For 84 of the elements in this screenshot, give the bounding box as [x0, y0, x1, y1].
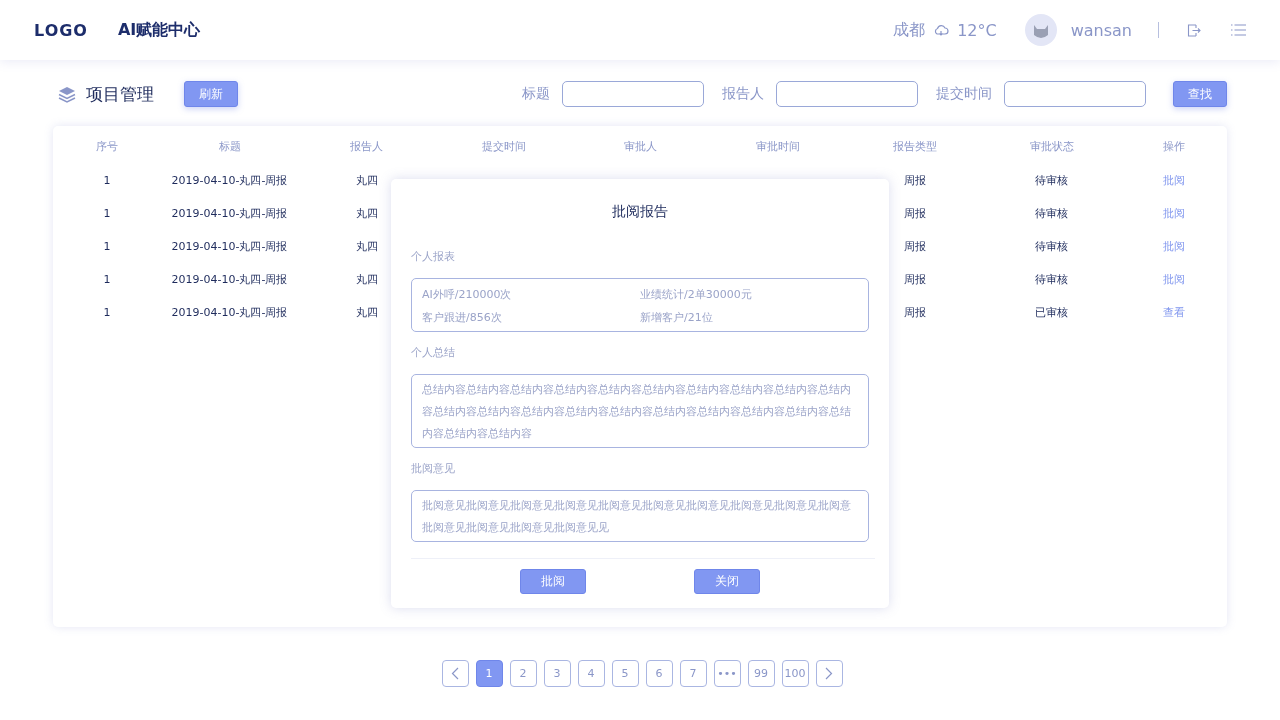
city-label: 成都: [893, 19, 926, 41]
page-button[interactable]: 1: [475, 660, 503, 687]
table-cell: 待审核: [1035, 207, 1068, 220]
filter-label: 标题: [522, 85, 550, 103]
table-cell: 周报: [903, 240, 926, 253]
refresh-button[interactable]: 刷新: [184, 81, 238, 107]
column-header: 操作: [1161, 139, 1186, 155]
stat-text: 业绩统计/2单30000元: [640, 287, 753, 303]
table-cell: 丸四: [355, 273, 378, 286]
action-link[interactable]: 批阅: [1162, 206, 1185, 221]
chevron-right-icon: [825, 667, 833, 680]
page-button[interactable]: •••: [713, 660, 741, 687]
column-header: 审批人: [623, 139, 658, 155]
app-title: AI赋能中心: [117, 19, 201, 41]
table-cell: 待审核: [1035, 174, 1068, 187]
cloud-icon: [933, 24, 950, 36]
action-link[interactable]: 批阅: [1162, 173, 1185, 188]
logo: LOGO: [34, 20, 88, 40]
table-cell: 周报: [903, 174, 926, 187]
summary-text: 总结内容总结内容总结内容总结内容总结内容总结内容总结内容总结内容总结内容总结内容总结内容总结内容总结内容总结内容总结内容总结内容总结内容总结内容总结内容总结内容总结内容总结内容: [411, 374, 869, 448]
table-cell: 1: [103, 306, 111, 319]
menu-icon[interactable]: [1231, 24, 1246, 36]
table-cell: 周报: [903, 207, 926, 220]
page-button[interactable]: 4: [577, 660, 605, 687]
chevron-left-icon: [451, 667, 459, 680]
temperature: 12°C: [957, 20, 997, 40]
table-cell: 2019-04-10-丸四-周报: [171, 306, 288, 319]
filter-field[interactable]: [562, 81, 704, 107]
page-button[interactable]: 6: [645, 660, 673, 687]
page-button[interactable]: 99: [747, 660, 775, 687]
dialog-button[interactable]: 关闭: [694, 569, 760, 594]
column-header: 审批时间: [754, 139, 801, 155]
action-link[interactable]: 批阅: [1162, 272, 1185, 287]
table-cell: 1: [103, 207, 111, 220]
logout-icon[interactable]: [1187, 23, 1201, 37]
column-header: 提交时间: [480, 139, 527, 155]
table-cell: 丸四: [355, 240, 378, 253]
username[interactable]: wansan: [1070, 20, 1132, 40]
table-cell: 1: [103, 273, 111, 286]
action-link[interactable]: 查看: [1162, 305, 1185, 320]
avatar-icon[interactable]: [1024, 14, 1057, 46]
column-header: 序号: [95, 139, 119, 155]
table-cell: 待审核: [1035, 273, 1068, 286]
table-cell: 待审核: [1035, 240, 1068, 253]
table-cell: 2019-04-10-丸四-周报: [171, 207, 288, 220]
dialog-button[interactable]: 批阅: [520, 569, 586, 594]
table-cell: 2019-04-10-丸四-周报: [171, 273, 288, 286]
filter-field[interactable]: [1004, 81, 1146, 107]
section-label: 个人总结: [411, 346, 455, 359]
stat-text: 新增客户/21位: [640, 310, 714, 326]
table-cell: 丸四: [355, 306, 378, 319]
column-header: 标题: [217, 139, 242, 155]
filter-label: 提交时间: [936, 85, 992, 103]
stat-text: AI外呼/210000次: [422, 287, 513, 303]
section-label: 个人报表: [411, 250, 455, 263]
page-button[interactable]: 2: [509, 660, 537, 687]
filter-label: 报告人: [722, 85, 764, 103]
table-cell: 已审核: [1035, 306, 1068, 319]
column-header: 报告类型: [891, 139, 938, 155]
prev-page-button[interactable]: [441, 660, 469, 687]
action-link[interactable]: 批阅: [1162, 239, 1185, 254]
next-page-button[interactable]: [815, 660, 843, 687]
table-cell: 丸四: [355, 174, 378, 187]
dialog-title: 批阅报告: [612, 203, 668, 219]
section-label: 批阅意见: [411, 462, 455, 475]
table-cell: 1: [103, 174, 111, 187]
comment-field[interactable]: 批阅意见批阅意见批阅意见批阅意见批阅意见批阅意见批阅意见批阅意见批阅意见批阅意批阅意见批阅意见批阅意见批阅意见见: [411, 490, 869, 542]
page-button[interactable]: 100: [781, 660, 809, 687]
column-header: 报告人: [349, 139, 384, 155]
filter-field[interactable]: [776, 81, 918, 107]
page-button[interactable]: 3: [543, 660, 571, 687]
layers-icon: [58, 85, 76, 103]
table-cell: 1: [103, 240, 111, 253]
table-cell: 周报: [903, 273, 926, 286]
table-cell: 2019-04-10-丸四-周报: [171, 174, 288, 187]
table-cell: 2019-04-10-丸四-周报: [171, 240, 288, 253]
stat-text: 客户跟进/856次: [422, 310, 503, 326]
section-title: 项目管理: [86, 82, 154, 106]
table-cell: 周报: [903, 306, 926, 319]
page-button[interactable]: 7: [679, 660, 707, 687]
search-button[interactable]: 查找: [1173, 81, 1227, 107]
table-cell: 丸四: [355, 207, 378, 220]
column-header: 审批状态: [1028, 139, 1075, 155]
page-button[interactable]: 5: [611, 660, 639, 687]
